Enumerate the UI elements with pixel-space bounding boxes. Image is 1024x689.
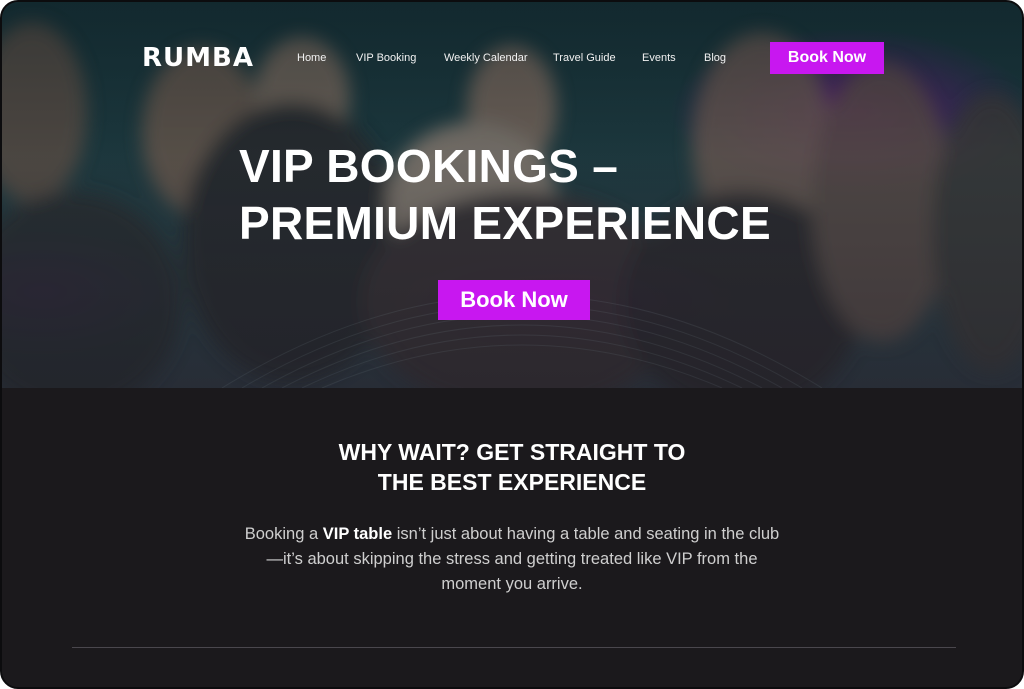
- nav-book-now-button[interactable]: Book Now: [770, 42, 884, 74]
- hero-title: VIP BOOKINGS – PREMIUM EXPERIENCE: [239, 138, 859, 252]
- intro-section: WHY WAIT? GET STRAIGHT TO THE BEST EXPER…: [2, 388, 1022, 687]
- intro-paragraph-line3: moment you arrive.: [441, 575, 583, 593]
- nav-link-blog[interactable]: Blog: [704, 51, 726, 65]
- nav-link-weekly-calendar[interactable]: Weekly Calendar: [444, 51, 528, 65]
- nav-link-vip-booking[interactable]: VIP Booking: [356, 51, 416, 65]
- brand-logo[interactable]: RUMBA: [142, 44, 254, 72]
- intro-body-bold: VIP table: [322, 525, 393, 543]
- intro-body-prefix: Booking a: [244, 525, 323, 543]
- intro-paragraph-line1: Booking a VIP table isn’t just about hav…: [202, 522, 822, 547]
- browser-frame: RUMBA Home VIP Booking Weekly Calendar T…: [0, 0, 1024, 689]
- section-divider: [72, 647, 956, 648]
- hero-title-line2: PREMIUM EXPERIENCE: [239, 197, 771, 249]
- hero-section: RUMBA Home VIP Booking Weekly Calendar T…: [2, 2, 1022, 388]
- hero-title-line1: VIP BOOKINGS –: [239, 140, 619, 192]
- nav-link-home[interactable]: Home: [297, 51, 326, 65]
- intro-heading-line1: WHY WAIT? GET STRAIGHT TO: [338, 439, 686, 465]
- intro-paragraph-line2: —it’s about skipping the stress and gett…: [266, 550, 758, 568]
- nav-link-events[interactable]: Events: [642, 51, 676, 65]
- top-navigation: RUMBA Home VIP Booking Weekly Calendar T…: [2, 2, 1022, 114]
- hero-book-now-button[interactable]: Book Now: [438, 280, 590, 320]
- intro-body-line1-rest: isn’t just about having a table and seat…: [392, 525, 780, 543]
- intro-heading: WHY WAIT? GET STRAIGHT TO THE BEST EXPER…: [2, 437, 1022, 497]
- intro-paragraph: Booking a VIP table isn’t just about hav…: [202, 522, 822, 597]
- intro-heading-line2: THE BEST EXPERIENCE: [377, 469, 647, 495]
- nav-link-travel-guide[interactable]: Travel Guide: [553, 51, 616, 65]
